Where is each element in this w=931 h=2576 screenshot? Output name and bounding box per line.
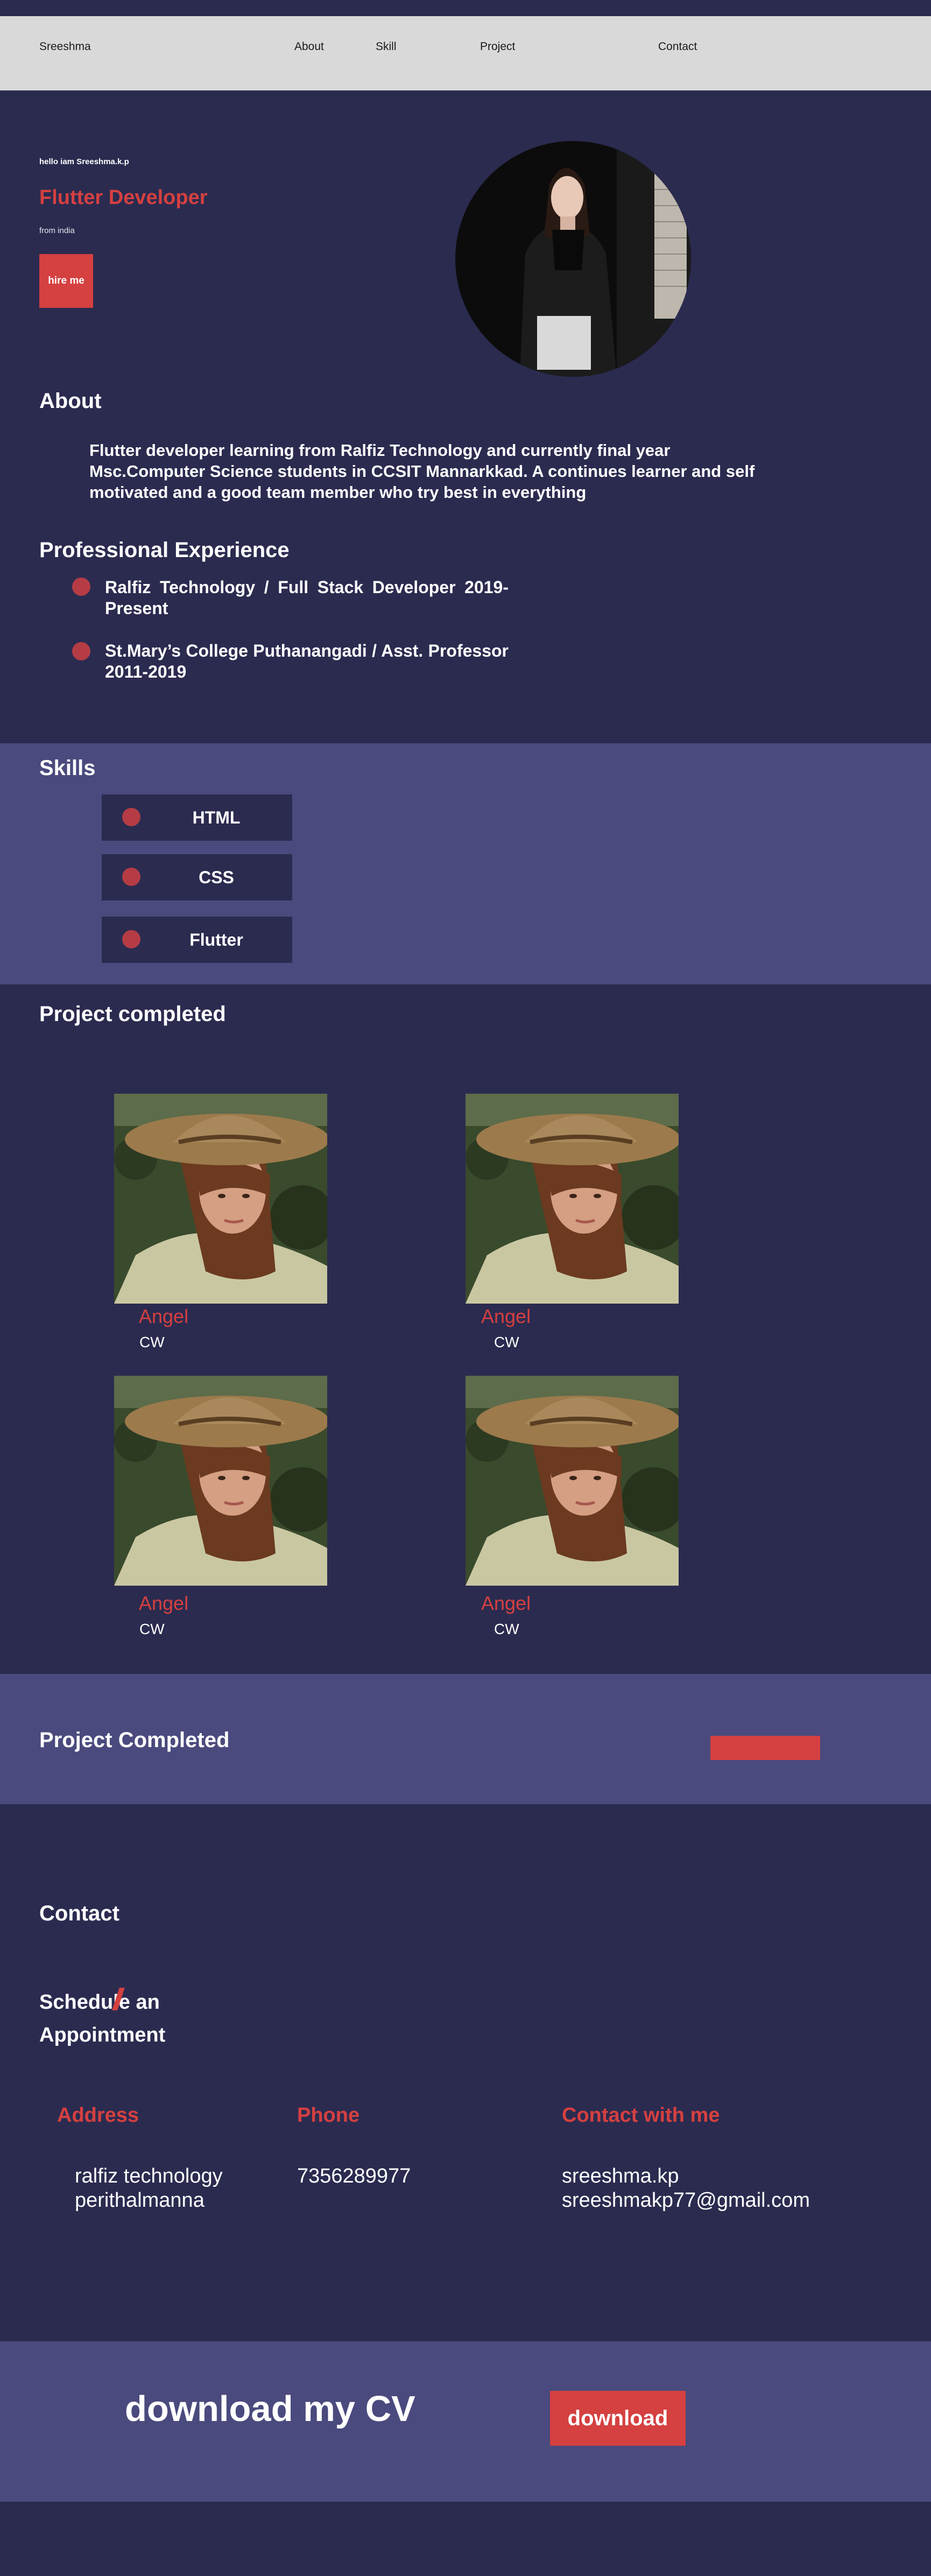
contact-email: sreeshmakp77@gmail.com: [562, 2189, 810, 2212]
projects-completed-button[interactable]: [710, 1736, 820, 1760]
skill-card-flutter[interactable]: Flutter: [102, 917, 292, 963]
project-subtitle: CW: [494, 1334, 519, 1350]
skill-card-css[interactable]: CSS: [102, 854, 292, 900]
project-name[interactable]: Angel: [139, 1592, 188, 1615]
hero-role: Flutter Developer: [39, 186, 208, 209]
nav-link-skill[interactable]: Skill: [376, 40, 397, 53]
project-thumbnail[interactable]: [466, 1094, 679, 1304]
project-name[interactable]: Angel: [139, 1305, 188, 1328]
about-text: Flutter developer learning from Ralfiz T…: [89, 441, 755, 502]
hero-location: from india: [39, 226, 75, 235]
skill-bullet: [122, 868, 140, 886]
profile-photo: [455, 141, 691, 377]
project-name[interactable]: Angel: [481, 1305, 531, 1328]
contact-details[interactable]: sreeshma.kp sreeshmakp77@gmail.com: [562, 2164, 810, 2213]
skill-bullet: [122, 808, 140, 826]
top-nav: Sreeshma About Skill Project Contact: [0, 16, 931, 90]
schedule-line-1: Schedule an: [39, 1991, 160, 2014]
address-text: ralfiz technology perithalmanna: [75, 2164, 223, 2213]
projects-title: Project completed: [39, 1002, 226, 1026]
download-button[interactable]: download: [550, 2391, 686, 2446]
contact-title: Contact: [39, 1902, 119, 1925]
skill-label: HTML: [192, 807, 241, 827]
about-title: About: [39, 389, 102, 413]
project-subtitle: CW: [139, 1334, 165, 1350]
brand-logo-text[interactable]: Sreeshma: [39, 40, 91, 53]
download-cv-title: download my CV: [125, 2389, 415, 2429]
nav-link-project[interactable]: Project: [480, 40, 515, 53]
phone-number[interactable]: 7356289977: [297, 2164, 411, 2188]
skills-title: Skills: [39, 756, 96, 780]
hire-me-button[interactable]: hire me: [39, 254, 93, 308]
project-thumbnail[interactable]: [114, 1376, 327, 1586]
contact-handle: sreeshma.kp: [562, 2165, 679, 2187]
project-subtitle: CW: [139, 1621, 165, 1637]
hero-greeting: hello iam Sreeshma.k.p: [39, 157, 129, 166]
experience-bullet: [72, 642, 90, 660]
nav-link-about[interactable]: About: [294, 40, 324, 53]
skill-card-html[interactable]: HTML: [102, 794, 292, 841]
skill-label: Flutter: [189, 930, 243, 949]
contact-with-me-heading: Contact with me: [562, 2104, 720, 2127]
project-thumbnail[interactable]: [466, 1376, 679, 1586]
project-thumbnail[interactable]: [114, 1094, 327, 1304]
project-name[interactable]: Angel: [481, 1592, 531, 1615]
skill-bullet: [122, 930, 140, 948]
experience-bullet: [72, 578, 90, 596]
address-line: ralfiz technology: [75, 2165, 223, 2187]
address-heading: Address: [57, 2104, 139, 2127]
schedule-line-2: Appointment: [39, 2024, 166, 2046]
schedule-appointment-heading[interactable]: Schedule an Appointment: [39, 1986, 165, 2052]
experience-item: St.Mary’s College Puthanangadi / Asst. P…: [105, 641, 509, 681]
experience-item: Ralfiz Technology / Full Stack Developer…: [105, 578, 509, 618]
experience-title: Professional Experience: [39, 538, 290, 562]
phone-heading: Phone: [297, 2104, 360, 2127]
project-subtitle: CW: [494, 1621, 519, 1637]
nav-link-contact[interactable]: Contact: [658, 40, 697, 53]
projects-completed-title: Project Completed: [39, 1728, 230, 1752]
address-line: perithalmanna: [75, 2189, 204, 2212]
skill-label: CSS: [199, 867, 234, 887]
